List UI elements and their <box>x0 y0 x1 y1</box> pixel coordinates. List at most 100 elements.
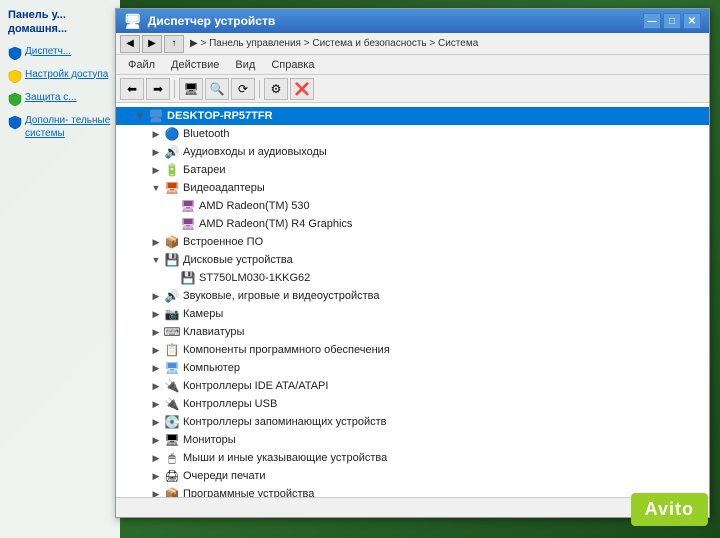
battery-icon: 🔋 <box>164 162 180 178</box>
expander-disk[interactable]: ▼ <box>148 251 164 269</box>
tree-item-software[interactable]: ▶ 📋 Компоненты программного обеспечения <box>116 341 709 359</box>
software-icon: 📋 <box>164 342 180 358</box>
keyboard-icon: ⌨ <box>164 324 180 340</box>
tree-item-storage[interactable]: ▶ 💽 Контроллеры запоминающих устройств <box>116 413 709 431</box>
expander-monitors[interactable]: ▶ <box>148 431 164 449</box>
mice-label: Мыши и иные указывающие устройства <box>183 452 387 464</box>
shield-icon-yellow <box>8 69 22 83</box>
amd530-icon: 🖥 <box>180 198 196 214</box>
usb-icon: 🔌 <box>164 396 180 412</box>
print-icon: 🖨 <box>164 468 180 484</box>
expander-ide[interactable]: ▶ <box>148 377 164 395</box>
tree-item-st750[interactable]: ▶ 💾 ST750LM030-1KKG62 <box>116 269 709 287</box>
tree-item-sound[interactable]: ▶ 🔊 Звуковые, игровые и видеоустройства <box>116 287 709 305</box>
toolbar-btn-4[interactable]: 🔍 <box>205 78 229 100</box>
menu-bar: Файл Действие Вид Справка <box>116 55 709 75</box>
expander-print[interactable]: ▶ <box>148 467 164 485</box>
tree-item-mice[interactable]: ▶ 🖱 Мыши и иные указывающие устройства <box>116 449 709 467</box>
tree-item-audio-io[interactable]: ▶ 🔊 Аудиовходы и аудиовыходы <box>116 143 709 161</box>
tree-item-bluetooth[interactable]: ▶ 🔵 Bluetooth <box>116 125 709 143</box>
tree-item-amd-530[interactable]: ▶ 🖥 AMD Radeon(TM) 530 <box>116 197 709 215</box>
address-bar: ◀ ▶ ↑ ▶ > Панель управления > Система и … <box>116 33 709 55</box>
disk-icon: 💾 <box>164 252 180 268</box>
menu-help[interactable]: Справка <box>263 57 322 73</box>
sound-label: Звуковые, игровые и видеоустройства <box>183 290 380 302</box>
expander-video[interactable]: ▼ <box>148 179 164 197</box>
menu-file[interactable]: Файл <box>120 57 163 73</box>
sidebar-link-zashita[interactable]: Защита с... <box>8 91 112 108</box>
device-tree[interactable]: ▼ 🖥 DESKTOP-RP57TFR ▶ 🔵 Bluetooth ▶ 🔊 Ау… <box>116 103 709 497</box>
toolbar-btn-7[interactable]: ❌ <box>290 78 314 100</box>
avito-badge: Avito <box>631 493 708 526</box>
expander-root[interactable]: ▼ <box>132 107 148 125</box>
link-nastroika[interactable]: Настройк доступа <box>25 68 108 81</box>
amd530-label: AMD Radeon(TM) 530 <box>199 200 310 212</box>
expander-sound[interactable]: ▶ <box>148 287 164 305</box>
tree-item-usb[interactable]: ▶ 🔌 Контроллеры USB <box>116 395 709 413</box>
keyboards-label: Клавиатуры <box>183 326 244 338</box>
storage-label: Контроллеры запоминающих устройств <box>183 416 386 428</box>
computer-node-icon: 🖥 <box>164 360 180 376</box>
tree-item-builtin[interactable]: ▶ 📦 Встроенное ПО <box>116 233 709 251</box>
video-icon: 🖥 <box>164 180 180 196</box>
storage-icon: 💽 <box>164 414 180 430</box>
tree-item-amd-r4[interactable]: ▶ 🖥 AMD Radeon(TM) R4 Graphics <box>116 215 709 233</box>
tree-item-prog-devices[interactable]: ▶ 📦 Программные устройства <box>116 485 709 497</box>
expander-storage[interactable]: ▶ <box>148 413 164 431</box>
tree-item-cameras[interactable]: ▶ 📷 Камеры <box>116 305 709 323</box>
tree-item-ide[interactable]: ▶ 🔌 Контроллеры IDE ATA/ATAPI <box>116 377 709 395</box>
link-dispetcher[interactable]: Диспетч... <box>25 45 71 58</box>
expander-audio-io[interactable]: ▶ <box>148 143 164 161</box>
builtin-label: Встроенное ПО <box>183 236 263 248</box>
expander-amdr4: ▶ <box>164 215 180 233</box>
toolbar-btn-6[interactable]: ⚙ <box>264 78 288 100</box>
amdr4-label: AMD Radeon(TM) R4 Graphics <box>199 218 352 230</box>
expander-battery[interactable]: ▶ <box>148 161 164 179</box>
address-text: ▶ > Панель управления > Система и безопа… <box>190 38 478 49</box>
tree-item-computer[interactable]: ▶ 🖥 Компьютер <box>116 359 709 377</box>
sidebar-link-dopoln[interactable]: Дополни- тельные системы <box>8 114 112 144</box>
expander-mice[interactable]: ▶ <box>148 449 164 467</box>
tree-item-monitors[interactable]: ▶ 🖥 Мониторы <box>116 431 709 449</box>
expander-software[interactable]: ▶ <box>148 341 164 359</box>
usb-label: Контроллеры USB <box>183 398 277 410</box>
cameras-label: Камеры <box>183 308 223 320</box>
tree-item-disk[interactable]: ▼ 💾 Дисковые устройства <box>116 251 709 269</box>
expander-computer[interactable]: ▶ <box>148 359 164 377</box>
toolbar-btn-5[interactable]: ⟳ <box>231 78 255 100</box>
minimize-button[interactable]: — <box>643 13 661 29</box>
tree-item-print[interactable]: ▶ 🖨 Очереди печати <box>116 467 709 485</box>
menu-action[interactable]: Действие <box>163 57 227 73</box>
sidebar-link-dispetcher[interactable]: Диспетч... <box>8 45 112 62</box>
toolbar-separator-2 <box>259 80 260 98</box>
toolbar-btn-2[interactable]: ➡ <box>146 78 170 100</box>
expander-keyboards[interactable]: ▶ <box>148 323 164 341</box>
expander-cameras[interactable]: ▶ <box>148 305 164 323</box>
close-button[interactable]: ✕ <box>683 13 701 29</box>
expander-builtin[interactable]: ▶ <box>148 233 164 251</box>
computer-label: Компьютер <box>183 362 240 374</box>
maximize-button[interactable]: □ <box>663 13 681 29</box>
video-adapters-label: Видеоадаптеры <box>183 182 265 194</box>
window-controls: — □ ✕ <box>643 13 701 29</box>
toolbar-btn-3[interactable]: 🖥 <box>179 78 203 100</box>
link-dopoln[interactable]: Дополни- тельные системы <box>25 114 112 140</box>
tree-item-video-adapters[interactable]: ▼ 🖥 Видеоадаптеры <box>116 179 709 197</box>
st750-label: ST750LM030-1KKG62 <box>199 272 310 284</box>
tree-item-battery[interactable]: ▶ 🔋 Батареи <box>116 161 709 179</box>
toolbar-btn-1[interactable]: ⬅ <box>120 78 144 100</box>
tree-item-keyboards[interactable]: ▶ ⌨ Клавиатуры <box>116 323 709 341</box>
window-icon: 🖥 <box>124 13 142 30</box>
back-button[interactable]: ◀ <box>120 35 140 53</box>
sound-icon: 🔊 <box>164 288 180 304</box>
link-zashita[interactable]: Защита с... <box>25 91 77 104</box>
status-bar <box>116 497 709 517</box>
up-button[interactable]: ↑ <box>164 35 184 53</box>
expander-usb[interactable]: ▶ <box>148 395 164 413</box>
forward-button[interactable]: ▶ <box>142 35 162 53</box>
menu-view[interactable]: Вид <box>227 57 263 73</box>
tree-root[interactable]: ▼ 🖥 DESKTOP-RP57TFR <box>116 107 709 125</box>
expander-bluetooth[interactable]: ▶ <box>148 125 164 143</box>
expander-prog[interactable]: ▶ <box>148 485 164 497</box>
sidebar-link-nastroika[interactable]: Настройк доступа <box>8 68 112 85</box>
